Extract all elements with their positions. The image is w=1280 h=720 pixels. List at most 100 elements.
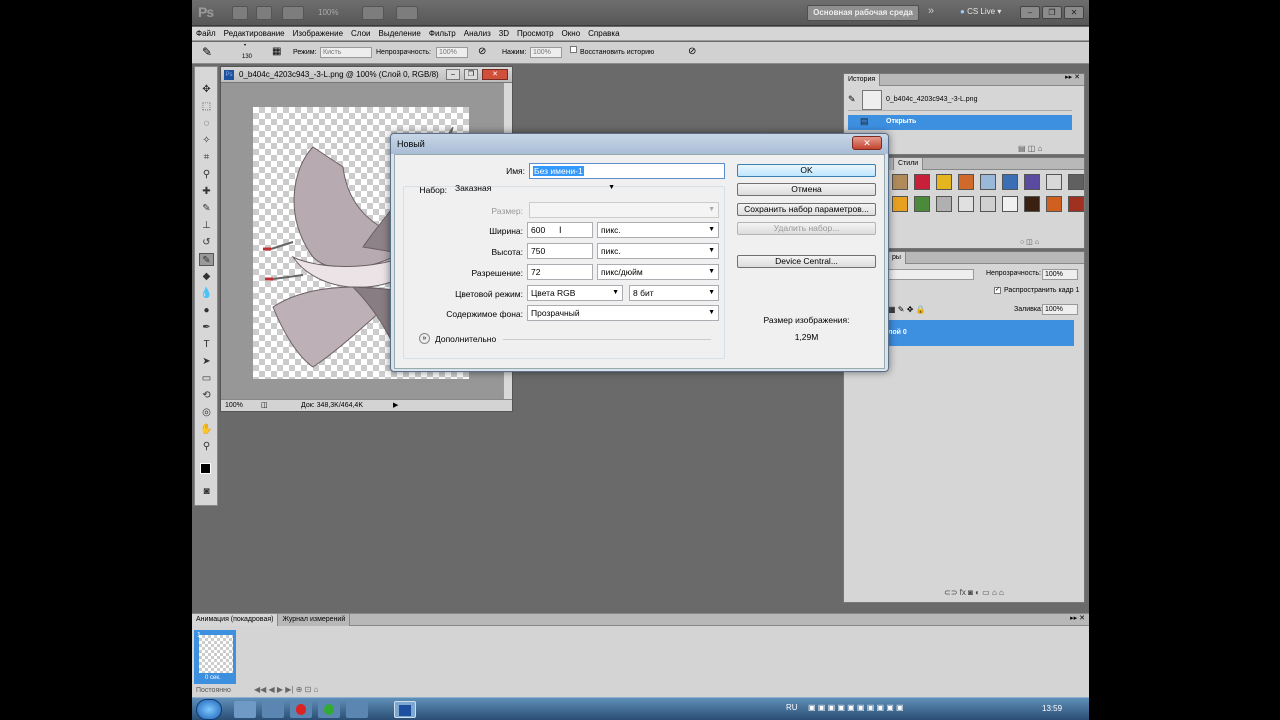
preset-select[interactable]: Заказная ▼ [452,181,618,197]
3d-rotate-tool-icon[interactable]: ⟲ [199,389,214,402]
style-swatch[interactable] [1068,196,1084,212]
history-step-open[interactable]: ▤ Открыть [848,115,1072,130]
layer-opacity-field[interactable]: 100% [1042,269,1078,280]
animation-frame-1[interactable]: 1 0 сек. [194,630,236,684]
style-swatch[interactable] [980,196,996,212]
media-player-taskbar-icon[interactable] [262,701,284,718]
tab-animation[interactable]: Анимация (покадровая) [192,614,279,626]
marquee-tool-icon[interactable]: ⬚ [199,100,214,113]
style-swatch[interactable] [958,174,974,190]
hand-tool-icon[interactable]: ✋ [199,423,214,436]
menu-edit[interactable]: Редактирование [220,27,289,40]
pressure-size-icon[interactable]: ⊘ [688,46,696,57]
opera-taskbar-icon[interactable] [290,701,312,718]
healing-brush-tool-icon[interactable]: ✚ [199,185,214,198]
doc-restore-icon[interactable]: ❐ [464,69,478,80]
document-zoom[interactable]: 100% [225,402,243,409]
pen-tool-icon[interactable]: ✒ [199,321,214,334]
ok-button[interactable]: OK [737,164,876,177]
folder-taskbar-icon[interactable] [346,701,368,718]
blur-tool-icon[interactable]: 💧 [199,287,214,300]
history-brush-active-icon[interactable]: ✎ [199,253,214,266]
menu-3d[interactable]: 3D [495,27,513,40]
bit-depth-select[interactable]: 8 бит ▼ [629,285,719,301]
app-green-taskbar-icon[interactable] [318,701,340,718]
style-swatch[interactable] [892,174,908,190]
zoom-level[interactable]: 100% [318,8,338,17]
height-unit-select[interactable]: пикс. ▼ [597,243,719,259]
frame-delay[interactable]: 0 сек. [205,675,221,681]
photoshop-taskbar-icon[interactable] [394,701,416,718]
lock-icons[interactable]: ▦ ✎ ✥ 🔒 [888,305,926,314]
status-menu-arrow-icon[interactable]: ▶ [393,401,398,409]
style-swatch[interactable] [1046,196,1062,212]
dodge-tool-icon[interactable]: ● [199,304,214,317]
device-central-button[interactable]: Device Central... [737,255,876,268]
workspace-button[interactable]: Основная рабочая среда [807,5,919,21]
menu-select[interactable]: Выделение [374,27,424,40]
expand-advanced-icon[interactable]: » [419,333,430,344]
history-snapshot-row[interactable]: ✎ 0_b404c_4203c943_-3-L.png [848,89,1072,111]
loop-select[interactable]: Постоянно [196,687,231,694]
height-input[interactable]: 750 [527,243,593,259]
chevron-right-icon[interactable]: » [928,5,934,17]
tray-icons[interactable]: ▣ ▣ ▣ ▣ ▣ ▣ ▣ ▣ ▣ ▣ [808,703,904,712]
dialog-close-icon[interactable]: ✕ [852,136,882,150]
propagate-checkbox[interactable]: ✓ [994,287,1001,294]
explorer-taskbar-icon[interactable] [234,701,256,718]
pressure-opacity-icon[interactable]: ⊘ [478,46,486,57]
style-swatch[interactable] [958,196,974,212]
screen-mode-button[interactable] [396,6,418,20]
style-swatch[interactable] [1046,174,1062,190]
name-input[interactable]: Без имени-1 [529,163,725,179]
eyedropper-tool-icon[interactable]: ⚲ [199,168,214,181]
advanced-label[interactable]: Дополнительно [435,334,496,344]
playback-controls[interactable]: ◀◀ ◀ ▶ ▶| ⊕ ⊡ ⌂ [254,685,318,694]
brush-tool-icon[interactable]: ✎ [199,202,214,215]
brush-tool-icon[interactable]: ✎ [202,45,212,59]
close-icon[interactable]: ✕ [1064,6,1084,19]
restore-icon[interactable]: ❐ [1042,6,1062,19]
menu-window[interactable]: Окно [558,27,585,40]
menu-file[interactable]: Файл [192,27,220,40]
tab-history[interactable]: История [844,74,881,86]
foreground-color-swatch[interactable] [200,463,211,474]
width-unit-select[interactable]: пикс. ▼ [597,222,719,238]
cancel-button[interactable]: Отмена [737,183,876,196]
resolution-input[interactable]: 72 [527,264,593,280]
history-brush-source-icon[interactable]: ✎ [848,94,856,105]
style-swatch[interactable] [1068,174,1084,190]
minibridge-button[interactable] [256,6,272,20]
menu-image[interactable]: Изображение [289,27,347,40]
style-swatch[interactable] [1002,174,1018,190]
menu-filter[interactable]: Фильтр [425,27,460,40]
shape-tool-icon[interactable]: ▭ [199,372,214,385]
arrange-documents-button[interactable] [362,6,384,20]
pressure-field[interactable]: 100% [530,47,562,58]
menu-layers[interactable]: Слои [347,27,374,40]
styles-footer-icons[interactable]: ○ ◫ ⌂ [1020,238,1039,246]
style-swatch[interactable] [914,196,930,212]
paint-bucket-tool-icon[interactable]: ◆ [199,270,214,283]
view-extras-button[interactable] [282,6,304,20]
style-swatch[interactable] [936,174,952,190]
style-swatch[interactable] [914,174,930,190]
color-mode-select[interactable]: Цвета RGB ▼ [527,285,623,301]
move-tool-icon[interactable]: ✥ [199,83,214,96]
crop-tool-icon[interactable]: ⌗ [199,151,214,164]
style-swatch[interactable] [892,196,908,212]
opacity-field[interactable]: 100% [436,47,468,58]
cs-live-button[interactable]: ● CS Live ▾ [960,7,1001,16]
save-preset-button[interactable]: Сохранить набор параметров... [737,203,876,216]
start-button[interactable] [196,699,222,720]
quick-mask-icon[interactable]: ◙ [199,485,214,498]
background-select[interactable]: Прозрачный ▼ [527,305,719,321]
brush-size[interactable]: 130 [242,54,252,60]
type-tool-icon[interactable]: T [199,338,214,351]
menu-view[interactable]: Просмотр [513,27,558,40]
clock[interactable]: 13:59 [1042,704,1062,713]
style-swatch[interactable] [1002,196,1018,212]
lasso-tool-icon[interactable]: ◌ [199,117,214,130]
tab-measurement-log[interactable]: Журнал измерений [278,614,351,626]
path-select-tool-icon[interactable]: ➤ [199,355,214,368]
